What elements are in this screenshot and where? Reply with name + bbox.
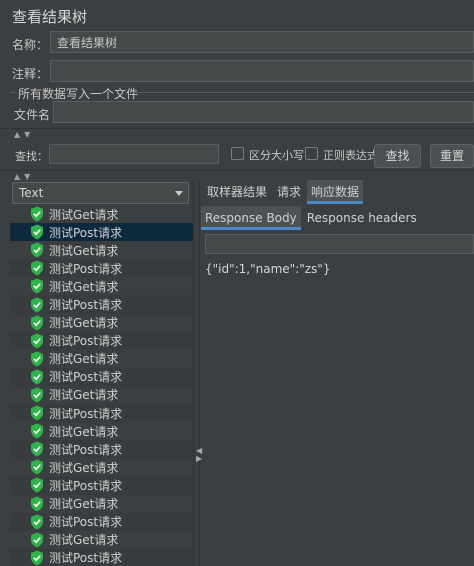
subtab-0[interactable]: Response Body (201, 206, 301, 230)
tree-item[interactable]: 测试Post请求 (10, 223, 193, 242)
response-search-field[interactable] (205, 234, 474, 254)
tab-0[interactable]: 取样器结果 (203, 180, 271, 204)
tab-2[interactable]: 响应数据 (307, 180, 364, 204)
chevron-down-icon (175, 191, 183, 196)
tree-item[interactable]: 测试Get请求 (10, 241, 193, 260)
tree-item-label: 测试Get请求 (49, 316, 119, 331)
name-input[interactable] (50, 31, 474, 53)
tree-item[interactable]: 测试Get请求 (10, 385, 193, 405)
regex-label: 正则表达式 (323, 149, 378, 162)
tree-item[interactable]: 测试Get请求 (10, 422, 193, 441)
success-shield-icon (31, 550, 43, 566)
comment-label: 注释： (12, 67, 49, 81)
case-sensitive-label: 区分大小写 (249, 149, 304, 162)
renderer-select-value: Text (19, 186, 44, 200)
search-input[interactable] (49, 144, 219, 164)
tree-item-label: 测试Post请求 (49, 370, 123, 385)
success-shield-icon (31, 441, 43, 457)
success-shield-icon (31, 514, 43, 530)
tree-item[interactable]: 测试Post请求 (10, 548, 193, 566)
success-shield-icon (31, 206, 43, 222)
tab-1[interactable]: 请求 (273, 180, 305, 204)
tree-item-label: 测试Post请求 (49, 442, 123, 457)
tree-item-label: 测试Get请求 (49, 388, 119, 403)
separator (0, 128, 474, 129)
response-body-text: {"id":1,"name":"zs"} (205, 262, 331, 276)
tree-item-label: 测试Post请求 (49, 334, 123, 349)
group-border-left (10, 92, 16, 93)
tree-item-label: 测试Get请求 (49, 207, 119, 222)
tree-item[interactable]: 测试Get请求 (10, 458, 193, 477)
group-border (130, 92, 474, 93)
collapse-arrows-icon[interactable]: ▲▼ (14, 172, 34, 181)
success-shield-icon (31, 278, 43, 294)
tree-item[interactable]: 测试Get请求 (10, 277, 193, 296)
separator (0, 170, 474, 171)
success-shield-icon (31, 315, 43, 331)
reset-button[interactable]: 重置 (430, 144, 474, 168)
subtab-1[interactable]: Response headers (303, 206, 421, 230)
tree-item[interactable]: 测试Get请求 (10, 349, 193, 368)
tree-item-label: 测试Get请求 (49, 424, 119, 439)
success-shield-icon (31, 297, 43, 313)
tree-item-label: 测试Get请求 (49, 497, 119, 512)
filename-label: 文件名 (14, 108, 51, 122)
success-shield-icon (31, 242, 43, 258)
success-shield-icon (31, 532, 43, 548)
tree-item[interactable]: 测试Get请求 (10, 530, 193, 549)
window-title: 查看结果树 (12, 8, 88, 26)
pane-splitter[interactable]: ◀ ▶ (193, 180, 203, 566)
file-group-title: 所有数据写入一个文件 (18, 87, 139, 101)
tree-item-label: 测试Post请求 (49, 478, 123, 493)
tree-item[interactable]: 测试Post请求 (10, 512, 193, 531)
tree-item[interactable]: 测试Post请求 (10, 331, 193, 350)
success-shield-icon (31, 260, 43, 276)
tree-item-label: 测试Get请求 (49, 279, 119, 294)
tree-item-label: 测试Get请求 (49, 352, 119, 367)
tree-item[interactable]: 测试Get请求 (10, 313, 193, 332)
splitter-grip-icon: ▶ (196, 454, 203, 463)
tree-item[interactable]: 测试Get请求 (10, 494, 193, 513)
tree-item[interactable]: 测试Post请求 (10, 367, 193, 386)
main-tabs: 取样器结果 请求 响应数据 (203, 180, 365, 204)
tree-item-label: 测试Post请求 (49, 551, 123, 566)
tree-item[interactable]: 测试Post请求 (10, 440, 193, 459)
results-tree[interactable]: 测试Get请求 测试Post请求 测试Get请求 测试Post请求 测试Get请求 测试P… (10, 205, 193, 566)
tree-item-label: 测试Post请求 (49, 298, 123, 313)
tree-item[interactable]: 测试Post请求 (10, 295, 193, 314)
comment-input[interactable] (50, 60, 474, 82)
name-label: 名称： (12, 38, 49, 52)
tree-item[interactable]: 测试Post请求 (10, 259, 193, 278)
tree-item[interactable]: 测试Post请求 (10, 476, 193, 495)
renderer-select[interactable]: Text (12, 182, 189, 204)
success-shield-icon (31, 477, 43, 493)
search-label: 查找： (15, 150, 48, 163)
tree-item-label: 测试Post请求 (49, 261, 123, 276)
response-subtabs: Response Body Response headers (201, 206, 423, 230)
success-shield-icon (31, 387, 43, 403)
tree-item-label: 测试Post请求 (49, 225, 123, 240)
tree-item-label: 测试Get请求 (49, 460, 119, 475)
find-button[interactable]: 查找 (374, 144, 421, 168)
success-shield-icon (31, 224, 43, 240)
tree-item-label: 测试Post请求 (49, 406, 123, 421)
tree-item-label: 测试Post请求 (49, 515, 123, 530)
tree-item[interactable]: 测试Post请求 (10, 404, 193, 423)
tree-item[interactable]: 测试Get请求 (10, 205, 193, 224)
success-shield-icon (31, 369, 43, 385)
success-shield-icon (31, 423, 43, 439)
success-shield-icon (31, 333, 43, 349)
success-shield-icon (31, 351, 43, 367)
tree-item-label: 测试Get请求 (49, 243, 119, 258)
tree-item-label: 测试Get请求 (49, 533, 119, 548)
success-shield-icon (31, 405, 43, 421)
regex-checkbox[interactable] (305, 147, 318, 160)
case-sensitive-checkbox[interactable] (231, 147, 244, 160)
success-shield-icon (31, 459, 43, 475)
filename-input[interactable] (53, 101, 474, 123)
collapse-arrows-icon[interactable]: ▲▼ (14, 130, 34, 139)
success-shield-icon (31, 496, 43, 512)
